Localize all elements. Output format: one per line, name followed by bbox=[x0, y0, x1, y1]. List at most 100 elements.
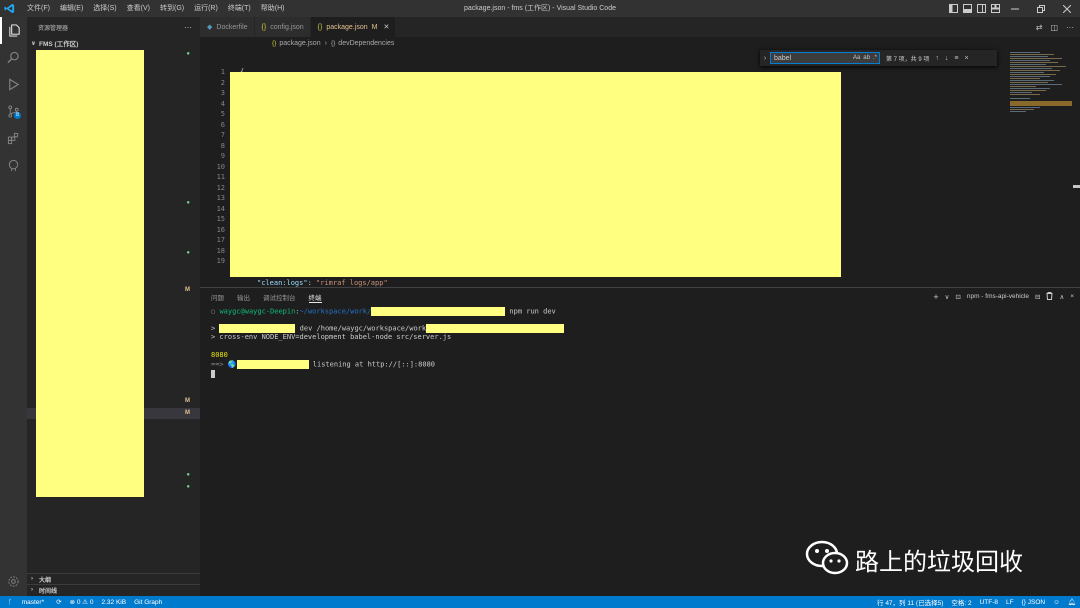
listen-text: listening at http://[::]:8080 bbox=[308, 360, 436, 369]
tab-label: config.json bbox=[270, 23, 304, 31]
menu-terminal[interactable]: 终端(T) bbox=[223, 0, 256, 17]
extensions-icon[interactable] bbox=[0, 125, 27, 152]
terminal-cursor bbox=[211, 370, 215, 378]
breadcrumb-file[interactable]: package.json bbox=[279, 40, 320, 47]
restore-icon[interactable] bbox=[1028, 0, 1054, 17]
status-bar: ᚴ master* ⟳ ⊗ 0 ⚠ 0 2.32 KiB Git Graph 行… bbox=[0, 596, 1080, 608]
chevron-right-icon: › bbox=[31, 587, 33, 593]
menu-file[interactable]: 文件(F) bbox=[22, 0, 55, 17]
git-branch[interactable]: ᚴ master* bbox=[4, 599, 48, 606]
toggle-panel-icon[interactable] bbox=[961, 3, 973, 15]
open-changes-icon[interactable]: ⇄ bbox=[1036, 23, 1043, 32]
minimap[interactable] bbox=[1008, 49, 1072, 287]
menu-selection[interactable]: 选择(S) bbox=[88, 0, 121, 17]
feedback-icon[interactable]: ☺ bbox=[1053, 599, 1060, 606]
git-modified-badge: M bbox=[185, 410, 190, 416]
tab-debug-console[interactable]: 调试控制台 bbox=[263, 288, 296, 305]
menu-bar: 文件(F) 编辑(E) 选择(S) 查看(V) 转到(G) 运行(R) 终端(T… bbox=[22, 0, 289, 17]
menu-view[interactable]: 查看(V) bbox=[122, 0, 155, 17]
terminal-dropdown-icon[interactable]: ∨ bbox=[945, 293, 950, 301]
next-match-icon[interactable]: ↓ bbox=[945, 55, 949, 62]
use-regex-icon[interactable]: .* bbox=[873, 55, 877, 61]
explorer-icon[interactable] bbox=[0, 17, 27, 44]
indentation[interactable]: 空格: 2 bbox=[951, 597, 971, 607]
close-panel-icon[interactable]: × bbox=[1070, 293, 1074, 300]
line-number: 5 bbox=[220, 110, 225, 118]
split-terminal-icon[interactable]: ⊟ bbox=[1035, 293, 1040, 301]
maximize-panel-icon[interactable]: ∧ bbox=[1059, 293, 1064, 301]
find-match-count: 第 7 项，共 9 项 bbox=[886, 56, 930, 63]
customize-layout-icon[interactable] bbox=[989, 3, 1001, 15]
toggle-sidebar-icon[interactable] bbox=[947, 3, 959, 15]
redacted-app-name bbox=[236, 360, 309, 369]
problems-count[interactable]: ⊗ 0 ⚠ 0 bbox=[70, 598, 94, 606]
braces-icon: {} bbox=[272, 39, 277, 47]
terminal-line-port: 8080 bbox=[211, 351, 228, 359]
minimize-icon[interactable] bbox=[1002, 0, 1028, 17]
tab-package-json[interactable]: {} package.json M ✕ bbox=[310, 17, 397, 37]
tab-problems[interactable]: 问题 bbox=[211, 288, 224, 305]
close-tab-icon[interactable]: ✕ bbox=[383, 23, 389, 31]
split-editor-icon[interactable]: ◫ bbox=[1050, 23, 1058, 32]
end-of-line[interactable]: LF bbox=[1006, 599, 1014, 606]
line-number: 16 bbox=[216, 225, 225, 234]
previous-match-icon[interactable]: ↑ bbox=[935, 55, 939, 62]
line-number: 12 bbox=[216, 183, 225, 192]
sync-icon[interactable]: ⟳ bbox=[56, 598, 61, 606]
title-bar: 文件(F) 编辑(E) 选择(S) 查看(V) 转到(G) 运行(R) 终端(T… bbox=[0, 0, 1080, 17]
close-window-icon[interactable] bbox=[1054, 0, 1080, 17]
line-number: 17 bbox=[216, 236, 225, 244]
source-control-icon[interactable]: 8 bbox=[0, 98, 27, 125]
search-icon[interactable] bbox=[0, 44, 27, 71]
explorer-header: 资源管理器 ··· bbox=[27, 17, 200, 37]
kill-terminal-icon[interactable] bbox=[1046, 291, 1053, 302]
line-number: 2 bbox=[220, 78, 225, 87]
line-number: 7 bbox=[220, 131, 225, 139]
find-widget: › babel Aa ab .* 第 7 项，共 9 项 ↑ ↓ ≡ × bbox=[760, 50, 997, 66]
remote-explorer-icon[interactable] bbox=[0, 152, 27, 179]
toggle-secondary-sidebar-icon[interactable] bbox=[975, 3, 987, 15]
code-editor[interactable]: 12345678910111213141516171819 { "clean:l… bbox=[200, 49, 1080, 287]
braces-icon: {} bbox=[261, 23, 267, 31]
language-mode[interactable]: {} JSON bbox=[1022, 599, 1045, 606]
redacted-file-tree bbox=[36, 50, 144, 497]
new-terminal-icon[interactable]: + bbox=[933, 292, 938, 302]
run-debug-icon[interactable] bbox=[0, 71, 27, 98]
cursor-position[interactable]: 行 47，列 11 (已选择5) bbox=[877, 597, 943, 607]
menu-edit[interactable]: 编辑(E) bbox=[55, 0, 88, 17]
match-whole-word-icon[interactable]: ab bbox=[863, 55, 870, 61]
line-number: 11 bbox=[216, 173, 225, 181]
git-untracked-dot: ● bbox=[186, 250, 190, 256]
encoding[interactable]: UTF-8 bbox=[980, 599, 998, 606]
terminal-icon: ⊡ bbox=[955, 293, 961, 301]
tab-output[interactable]: 输出 bbox=[237, 288, 250, 305]
manage-gear-icon[interactable] bbox=[0, 568, 27, 595]
workspace-folder[interactable]: ∨ FMS (工作区) bbox=[27, 37, 200, 49]
menu-go[interactable]: 转到(G) bbox=[155, 0, 189, 17]
script-path: dev /home/waygc/workspace/work bbox=[295, 324, 427, 333]
git-graph-button[interactable]: Git Graph bbox=[134, 599, 162, 606]
tab-terminal[interactable]: 终端 bbox=[308, 288, 322, 305]
tab-config-json[interactable]: {} config.json bbox=[254, 17, 311, 37]
menu-help[interactable]: 帮助(H) bbox=[256, 0, 290, 17]
more-actions-icon[interactable]: ··· bbox=[184, 23, 192, 32]
breadcrumb-node[interactable]: devDependencies bbox=[338, 40, 394, 47]
more-actions-icon[interactable]: ··· bbox=[1066, 23, 1074, 32]
editor-scrollbar-thumb[interactable] bbox=[1073, 185, 1080, 188]
outline-section[interactable]: › 大纲 bbox=[27, 573, 200, 584]
find-in-selection-icon[interactable]: ≡ bbox=[954, 55, 958, 62]
editor-actions: ⇄ ◫ ··· bbox=[1028, 17, 1074, 37]
redacted-path bbox=[371, 307, 506, 316]
tab-label: Dockerfile bbox=[216, 23, 248, 31]
git-untracked-dot: ● bbox=[186, 484, 190, 490]
tab-dockerfile[interactable]: ◆ Dockerfile bbox=[200, 17, 255, 37]
terminal-name[interactable]: npm - fms-api-vehicle bbox=[967, 293, 1029, 300]
timeline-section[interactable]: › 时间线 bbox=[27, 584, 200, 595]
close-find-icon[interactable]: × bbox=[964, 55, 968, 62]
menu-run[interactable]: 运行(R) bbox=[189, 0, 223, 17]
find-input[interactable]: babel Aa ab .* bbox=[770, 52, 880, 64]
match-case-icon[interactable]: Aa bbox=[853, 55, 860, 61]
notifications-icon[interactable]: 🔔︎ bbox=[1068, 598, 1076, 606]
toggle-replace-chevron-icon[interactable]: › bbox=[760, 55, 770, 62]
braces-icon: {} bbox=[330, 39, 336, 47]
